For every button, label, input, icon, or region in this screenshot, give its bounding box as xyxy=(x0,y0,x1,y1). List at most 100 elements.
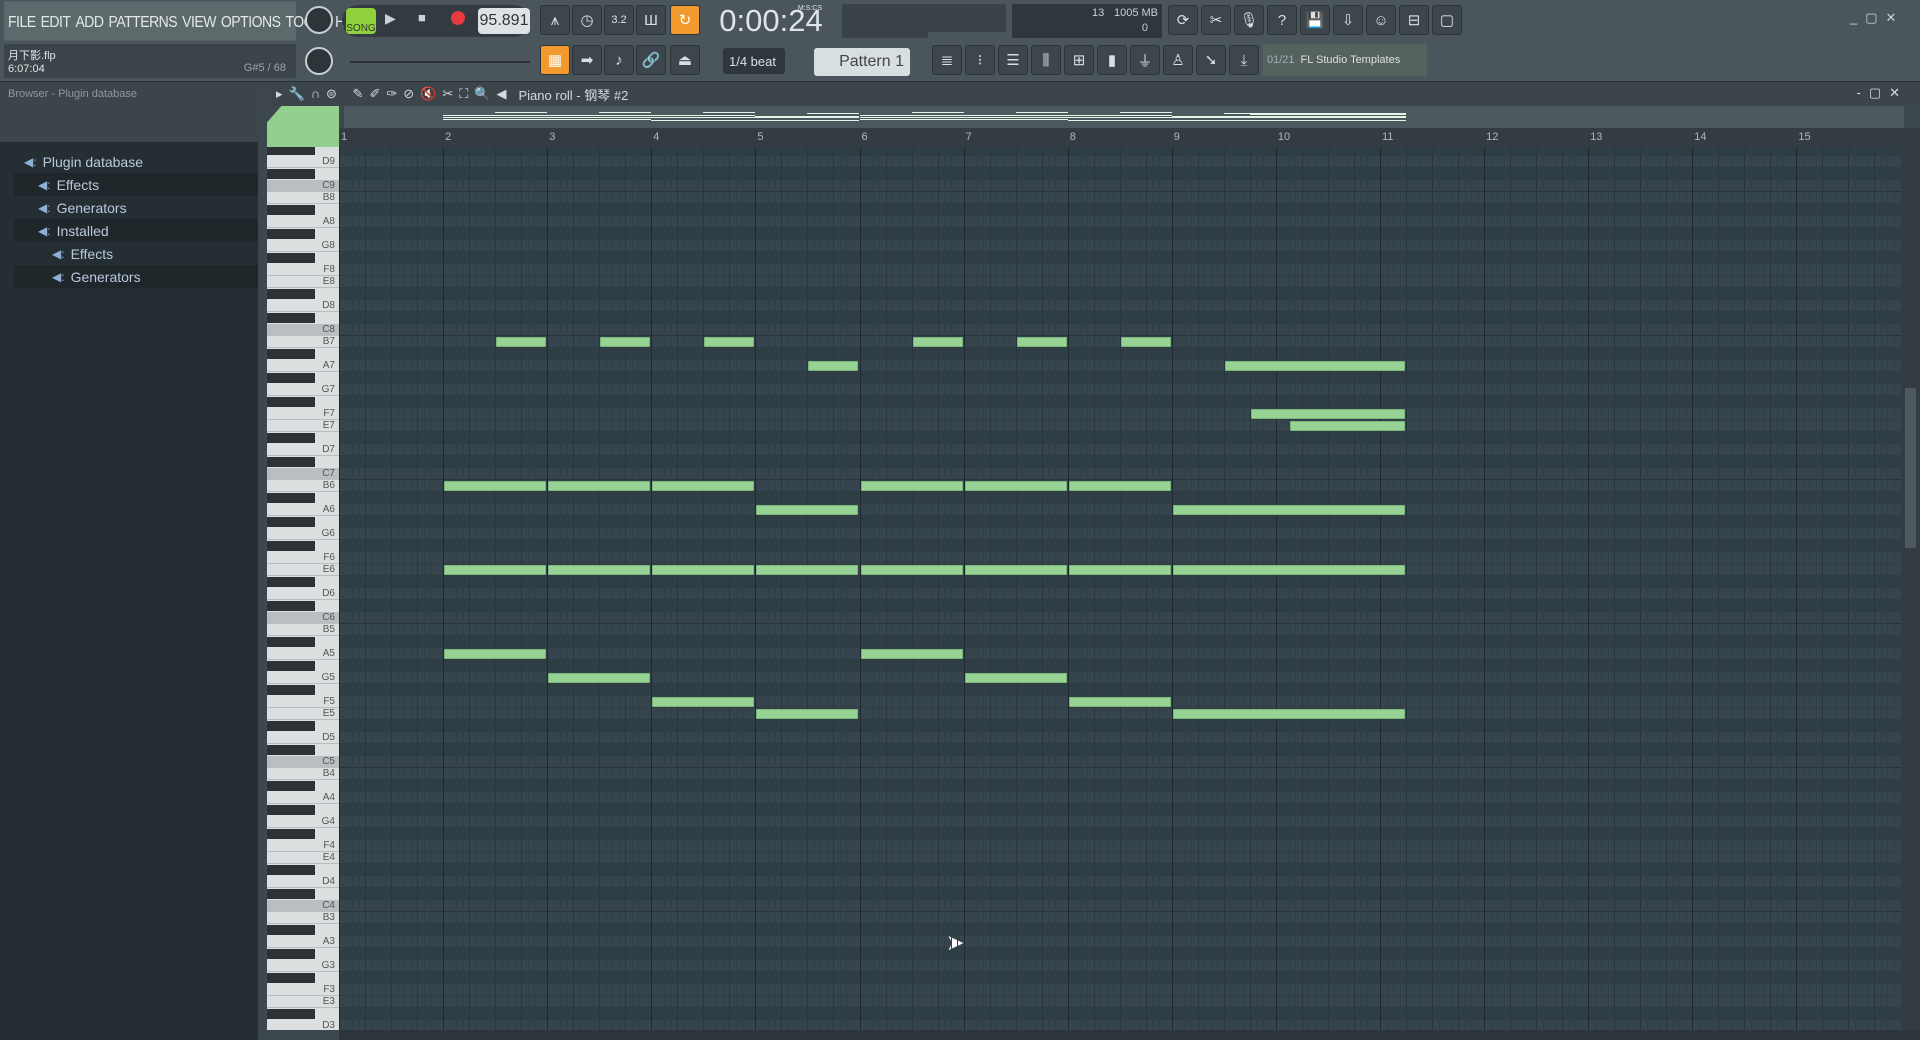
black-key[interactable] xyxy=(267,433,315,443)
white-key[interactable]: E5 xyxy=(267,708,339,720)
note-E6[interactable] xyxy=(444,565,547,575)
black-key[interactable] xyxy=(267,457,315,467)
master-volume-knob[interactable] xyxy=(305,6,333,34)
timeline-ruler[interactable]: 1 2 3 4 5 6 7 8 9 10 11 12 13 14 15 xyxy=(339,128,1901,147)
note-E6[interactable] xyxy=(548,565,651,575)
white-key[interactable]: C5 xyxy=(267,756,339,768)
black-key[interactable] xyxy=(267,541,315,551)
black-key[interactable] xyxy=(267,577,315,587)
white-key[interactable]: B8 xyxy=(267,192,339,204)
white-key[interactable]: C8 xyxy=(267,324,339,336)
note-F5[interactable] xyxy=(1068,697,1171,707)
note-B6[interactable] xyxy=(652,481,755,491)
black-key[interactable] xyxy=(267,721,315,731)
white-key[interactable]: F5 xyxy=(267,696,339,708)
white-key[interactable]: E7 xyxy=(267,420,339,432)
note-A6[interactable] xyxy=(756,505,859,515)
note-E5[interactable] xyxy=(756,709,859,719)
mixer-icon[interactable]: ⫼ xyxy=(1031,45,1061,75)
note-grid[interactable] xyxy=(339,147,1901,1030)
wait-record-icon[interactable]: ◷ xyxy=(572,5,602,35)
link-icon[interactable]: 🔗 xyxy=(636,45,666,75)
piano-roll-icon[interactable]: ▦ xyxy=(540,45,570,75)
note-B7[interactable] xyxy=(912,337,963,347)
horizontal-scrollbar[interactable] xyxy=(339,1030,1920,1040)
white-key[interactable]: C9 xyxy=(267,180,339,192)
white-key[interactable]: C6 xyxy=(267,612,339,624)
white-key[interactable]: B7 xyxy=(267,336,339,348)
stamp-icon[interactable]: ⏏ xyxy=(670,45,700,75)
note-G5[interactable] xyxy=(964,673,1067,683)
note-A6[interactable] xyxy=(1172,505,1406,515)
note-B7[interactable] xyxy=(704,337,755,347)
piano-keyboard[interactable]: D9 C9 B8 A8 G8 F8 E8 D8 C8 B7 A7 G7 F7 E7 D7 C7 B6 A6 G6 F6… xyxy=(267,147,339,1030)
white-key[interactable]: D4 xyxy=(267,876,339,888)
master-slider[interactable] xyxy=(350,61,530,63)
note-B6[interactable] xyxy=(1068,481,1171,491)
tips-icon[interactable]: ➘ xyxy=(1196,45,1226,75)
white-key[interactable]: A3 xyxy=(267,936,339,948)
note-B7[interactable] xyxy=(600,337,651,347)
white-key[interactable]: E4 xyxy=(267,852,339,864)
white-key[interactable]: D7 xyxy=(267,444,339,456)
browser-icon[interactable]: ⊞ xyxy=(1064,45,1094,75)
white-key[interactable]: C4 xyxy=(267,900,339,912)
time-display[interactable]: 0:00:24 M:S:CS xyxy=(708,3,834,39)
black-key[interactable] xyxy=(267,973,315,983)
white-key[interactable]: G6 xyxy=(267,528,339,540)
metronome-icon[interactable]: ⩚ xyxy=(540,5,570,35)
browser-item[interactable]: ◀: Effects xyxy=(14,242,258,265)
help-icon[interactable]: ? xyxy=(1267,5,1297,35)
note-B7[interactable] xyxy=(496,337,547,347)
black-key[interactable] xyxy=(267,781,315,791)
black-key[interactable] xyxy=(267,889,315,899)
white-key[interactable]: D3 xyxy=(267,1020,339,1030)
channel-rack-icon[interactable]: ☰ xyxy=(998,45,1028,75)
menu-view[interactable]: VIEW xyxy=(182,12,216,30)
white-key[interactable]: B3 xyxy=(267,912,339,924)
note-F7[interactable] xyxy=(1250,409,1406,419)
black-key[interactable] xyxy=(267,601,315,611)
menu-options[interactable]: OPTIONS xyxy=(221,12,281,30)
step-sequencer-icon[interactable]: ⁝ xyxy=(965,45,995,75)
white-key[interactable]: G7 xyxy=(267,384,339,396)
tool-corner[interactable] xyxy=(267,106,339,147)
white-key[interactable]: A7 xyxy=(267,360,339,372)
white-key[interactable]: C7 xyxy=(267,468,339,480)
white-key[interactable]: B6 xyxy=(267,480,339,492)
white-key[interactable]: G4 xyxy=(267,816,339,828)
master-pitch-knob[interactable] xyxy=(305,47,333,75)
note-A5[interactable] xyxy=(444,649,547,659)
note-E6[interactable] xyxy=(1172,565,1406,575)
note-icon[interactable]: ♪ xyxy=(604,45,634,75)
window-controls[interactable]: _▢✕ xyxy=(1850,10,1904,26)
note-B6[interactable] xyxy=(444,481,547,491)
black-key[interactable] xyxy=(267,147,315,155)
black-key[interactable] xyxy=(267,253,315,263)
vertical-scrollbar[interactable] xyxy=(1901,128,1920,1030)
note-E5[interactable] xyxy=(1172,709,1406,719)
note-E7[interactable] xyxy=(1289,421,1406,431)
mixer-fader-icon[interactable]: ⊟ xyxy=(1399,5,1429,35)
file-icon[interactable]: ▮ xyxy=(1097,45,1127,75)
piano-roll-window-controls[interactable]: -▢✕ xyxy=(1856,85,1908,101)
black-key[interactable] xyxy=(267,685,315,695)
undo-history-icon[interactable]: ⟳ xyxy=(1168,5,1198,35)
black-key[interactable] xyxy=(267,745,315,755)
step-edit-icon[interactable]: Ш xyxy=(636,5,666,35)
white-key[interactable]: E3 xyxy=(267,996,339,1008)
note-E6[interactable] xyxy=(756,565,859,575)
black-key[interactable] xyxy=(267,661,315,671)
black-key[interactable] xyxy=(267,1009,315,1019)
download-icon[interactable]: ⤓ xyxy=(1229,45,1259,75)
white-key[interactable]: A6 xyxy=(267,504,339,516)
browser-item[interactable]: ◀: Generators xyxy=(14,196,258,219)
white-key[interactable]: D8 xyxy=(267,300,339,312)
browser-item[interactable]: ◀: Effects xyxy=(14,173,258,196)
white-key[interactable]: E6 xyxy=(267,564,339,576)
white-key[interactable]: G3 xyxy=(267,960,339,972)
black-key[interactable] xyxy=(267,517,315,527)
note-A7[interactable] xyxy=(808,361,859,371)
tutorial-icon[interactable]: ♙ xyxy=(1163,45,1193,75)
white-key[interactable]: G8 xyxy=(267,240,339,252)
